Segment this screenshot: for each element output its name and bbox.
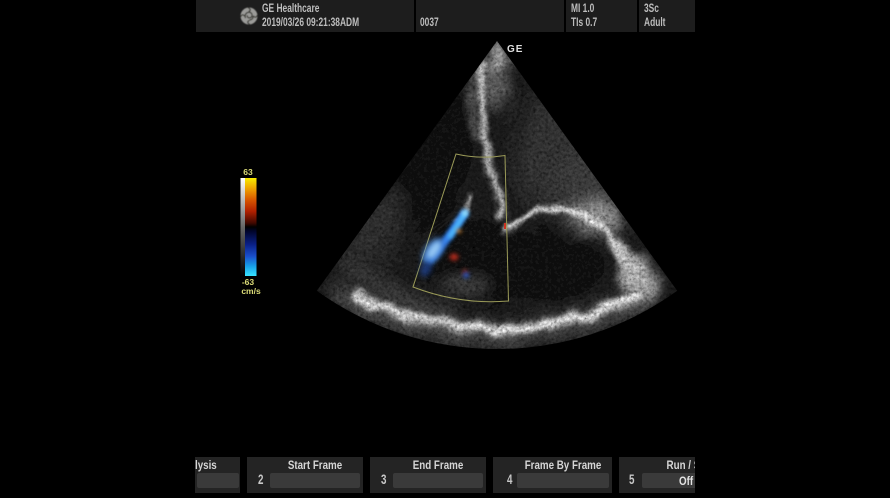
- svg-text:63: 63: [243, 167, 253, 177]
- svg-text:GE: GE: [507, 44, 523, 55]
- svg-text:cm/s: cm/s: [241, 286, 261, 296]
